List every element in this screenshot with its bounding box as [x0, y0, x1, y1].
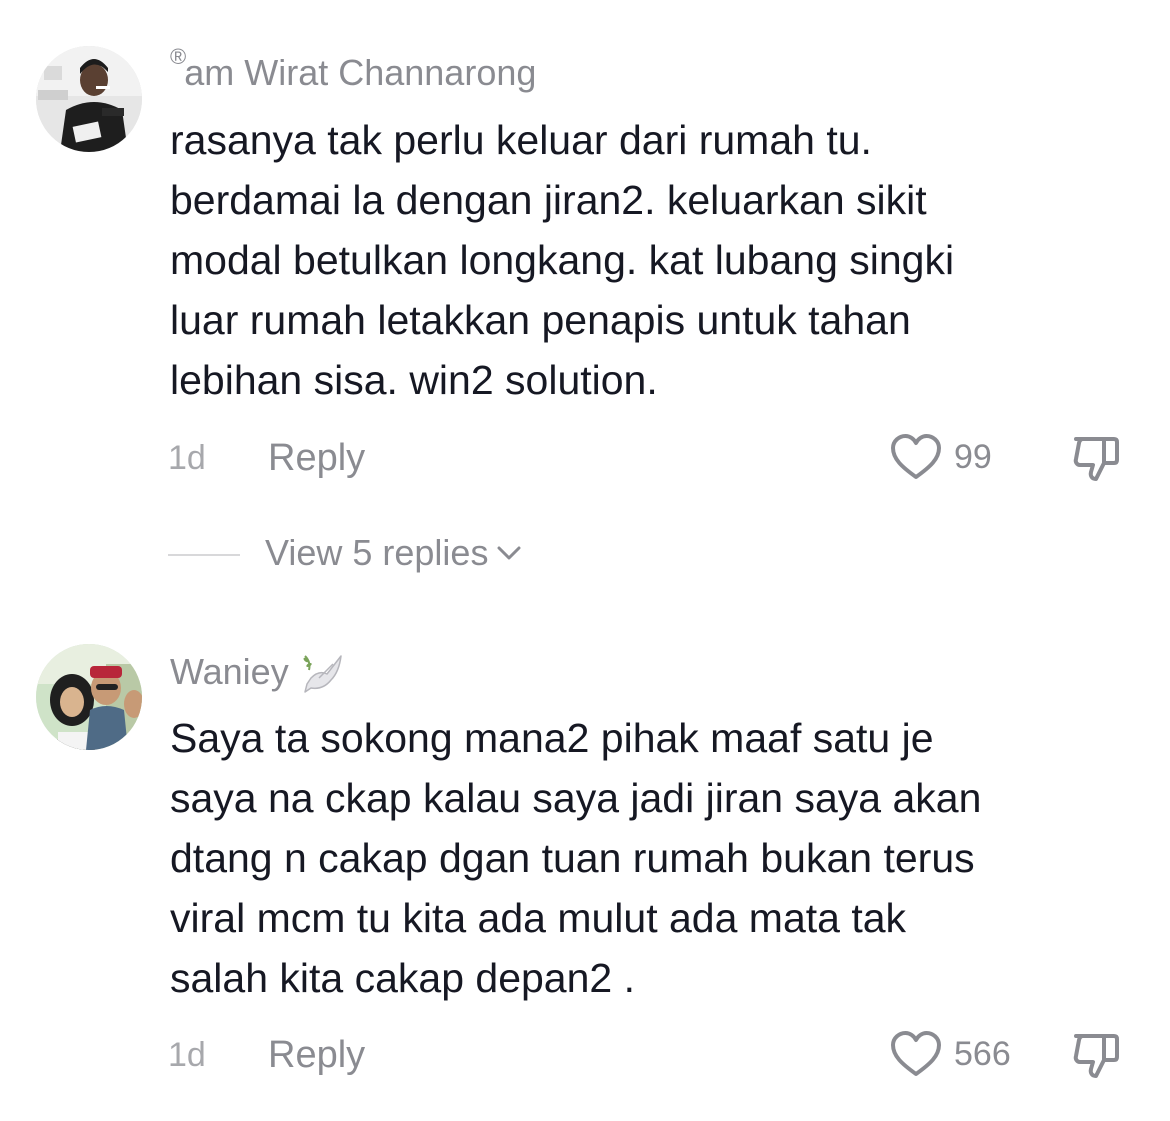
username[interactable]: ®am Wirat Channarong: [170, 44, 537, 94]
avatar-image: [36, 46, 142, 152]
comment-actions: 1d Reply 566: [0, 1030, 1170, 1085]
dislike-button[interactable]: [1070, 433, 1122, 488]
thumbs-down-icon: [1073, 1034, 1119, 1078]
like-count: 99: [954, 437, 992, 476]
username-text: am Wirat Channarong: [184, 52, 537, 93]
thumbs-down-icon: [1073, 437, 1119, 481]
heart-icon: [891, 434, 941, 479]
heart-icon: [891, 1031, 941, 1076]
view-replies-button[interactable]: View 5 replies: [265, 532, 522, 574]
dove-icon: [303, 655, 342, 693]
username[interactable]: Waniey: [170, 648, 345, 696]
comment-actions: 1d Reply 99: [0, 433, 1170, 488]
view-replies-label: View 5 replies: [265, 532, 489, 573]
timestamp: 1d: [168, 1036, 206, 1074]
reply-button[interactable]: Reply: [268, 1034, 365, 1077]
timestamp: 1d: [168, 439, 206, 477]
registered-mark: ®: [170, 44, 187, 69]
avatar-image: [36, 644, 142, 750]
like-button[interactable]: 566: [890, 1030, 1011, 1078]
comment-text: Saya ta sokong mana2 pihak maaf satu je …: [170, 715, 982, 1001]
comment-text: rasanya tak perlu keluar dari rumah tu. …: [170, 117, 955, 403]
reply-button[interactable]: Reply: [268, 437, 365, 480]
like-button[interactable]: 99: [890, 433, 992, 481]
view-replies: View 5 replies: [0, 532, 1170, 578]
replies-divider: [168, 554, 240, 556]
dislike-button[interactable]: [1070, 1030, 1122, 1085]
avatar[interactable]: [36, 46, 142, 152]
like-count: 566: [954, 1034, 1011, 1073]
chevron-down-icon: [497, 546, 521, 560]
avatar[interactable]: [36, 644, 142, 750]
username-text: Waniey: [170, 651, 289, 692]
